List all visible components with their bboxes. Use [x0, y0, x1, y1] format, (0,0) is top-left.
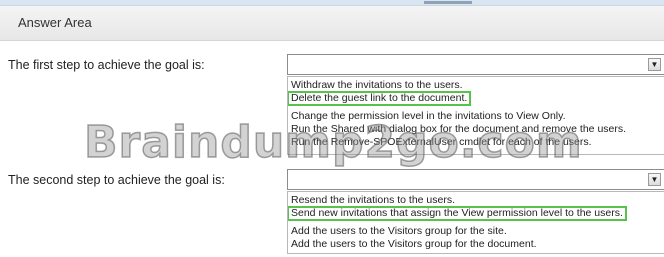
step1-option-1[interactable]: Delete the guest link to the document.: [288, 91, 472, 106]
step1-option-row: Run the Shared with dialog box for the d…: [288, 123, 664, 136]
down-arrow-icon[interactable]: ▼: [648, 173, 661, 186]
step2-options-list: Resend the invitations to the users. Sen…: [287, 191, 664, 254]
step1-label: The first step to achieve the goal is:: [8, 58, 205, 72]
step2-option-row: Resend the invitations to the users.: [288, 194, 664, 207]
step2-dropdown[interactable]: ▼: [287, 169, 664, 190]
step2-option-row: Add the users to the Visitors group for …: [288, 238, 664, 251]
step1-option-3[interactable]: Run the Shared with dialog box for the d…: [288, 123, 664, 136]
step1-option-row: Change the permission level in the invit…: [288, 110, 664, 123]
step1-option-2[interactable]: Change the permission level in the invit…: [288, 110, 664, 123]
down-arrow-icon[interactable]: ▼: [648, 58, 661, 71]
answer-area-page: Answer Area The first step to achieve th…: [0, 0, 664, 257]
answer-area-title: Answer Area: [18, 15, 92, 30]
top-strip-mark: [424, 1, 472, 4]
step1-option-4[interactable]: Run the Remove-SPOExternalUser cmdlet fo…: [288, 136, 664, 149]
step1-option-row: Withdraw the invitations to the users.: [288, 79, 664, 92]
step2-option-2[interactable]: Add the users to the Visitors group for …: [288, 225, 664, 238]
step1-dropdown[interactable]: ▼: [287, 54, 664, 75]
answer-area-header: Answer Area: [0, 6, 664, 41]
step1-option-0[interactable]: Withdraw the invitations to the users.: [288, 79, 664, 92]
step2-option-row: Send new invitations that assign the Vie…: [288, 206, 664, 225]
step2-option-row: Add the users to the Visitors group for …: [288, 225, 664, 238]
step1-option-row: Run the Remove-SPOExternalUser cmdlet fo…: [288, 136, 664, 149]
step1-options-list: Withdraw the invitations to the users. D…: [287, 76, 664, 155]
step2-option-3[interactable]: Add the users to the Visitors group for …: [288, 238, 664, 251]
step1-option-row: Delete the guest link to the document.: [288, 91, 664, 110]
step2-option-0[interactable]: Resend the invitations to the users.: [288, 194, 664, 207]
step2-label: The second step to achieve the goal is:: [8, 173, 225, 187]
step2-option-1[interactable]: Send new invitations that assign the Vie…: [288, 206, 627, 221]
